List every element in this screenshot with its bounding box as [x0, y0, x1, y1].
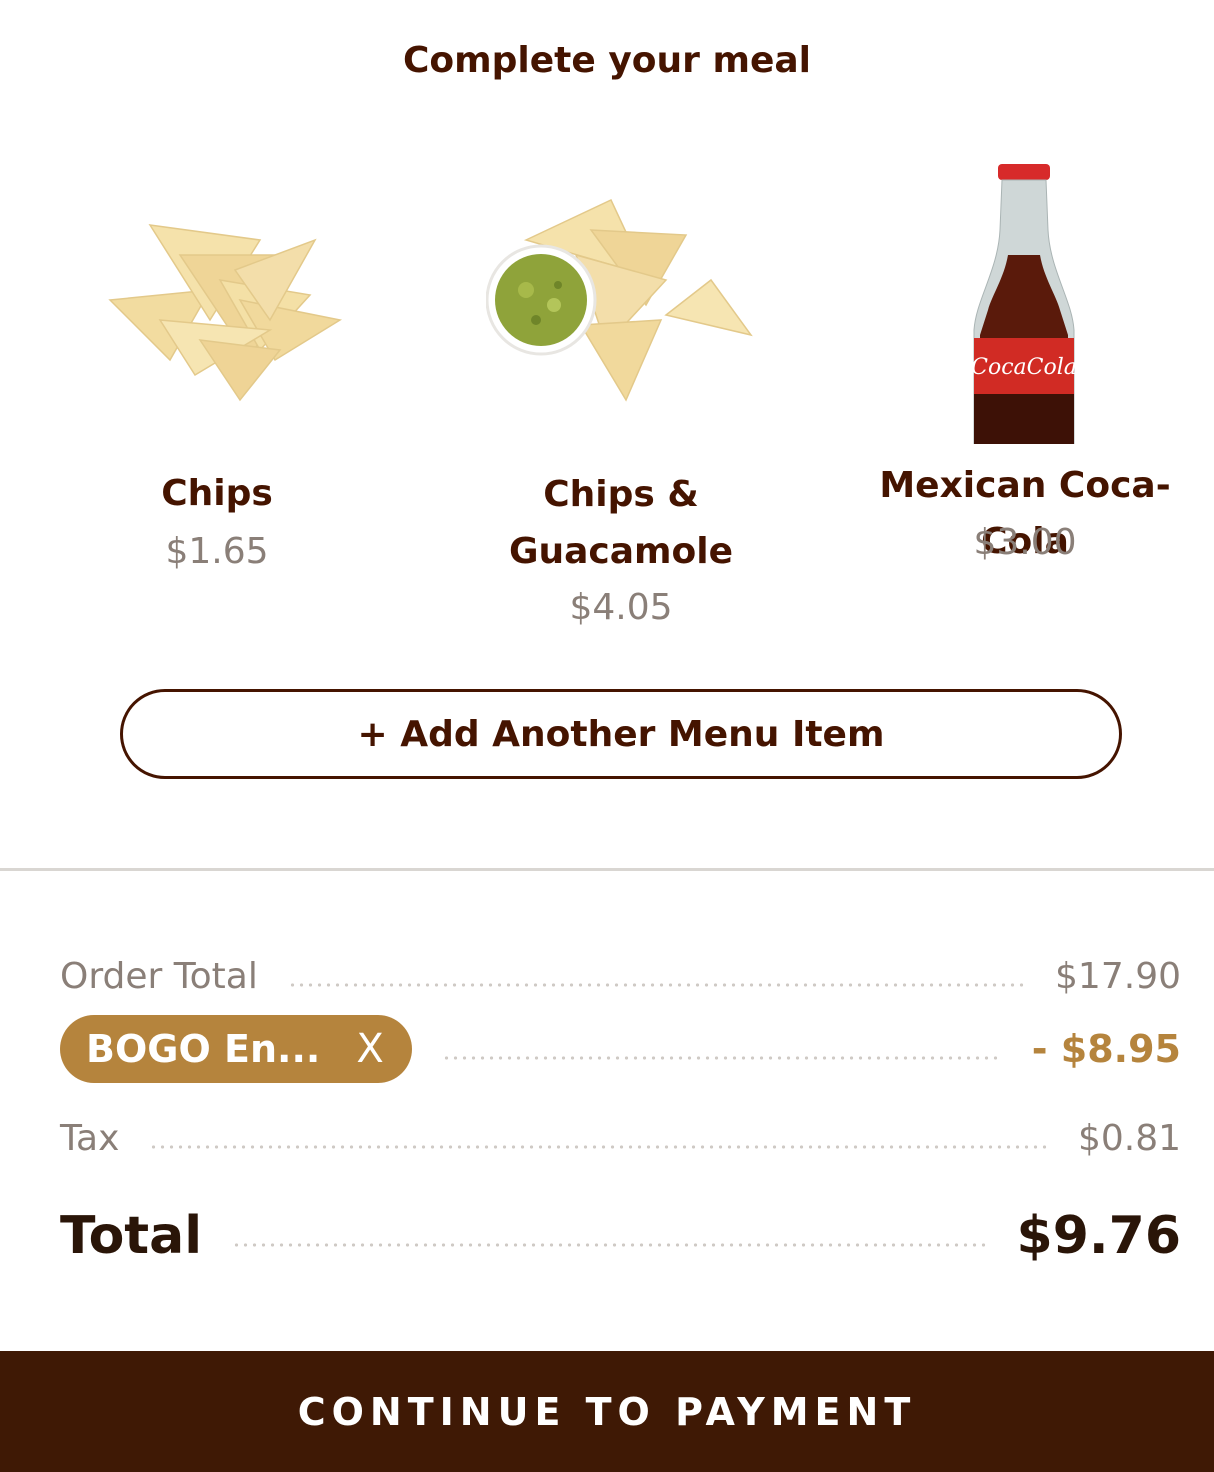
promo-code-chip[interactable]: BOGO En... X	[60, 1015, 412, 1083]
remove-promo-icon[interactable]: X	[356, 1026, 383, 1072]
order-total-row: Order Total $17.90	[60, 948, 1181, 1004]
upsell-item-name: Chips	[161, 473, 273, 514]
section-divider	[0, 868, 1214, 871]
order-summary-page: Complete your meal Chips $1.65 Chips & G…	[0, 0, 1214, 1472]
promo-code-label: BOGO En...	[86, 1027, 321, 1071]
order-total-label: Order Total	[60, 955, 258, 997]
tax-value: $0.81	[1077, 1117, 1181, 1159]
upsell-item-price: $1.65	[165, 531, 269, 572]
chips-guacamole-image	[485, 195, 756, 405]
chips-image	[100, 200, 360, 410]
dotted-leader	[441, 1056, 1002, 1060]
upsell-item-price: $3.00	[973, 522, 1077, 563]
tax-row: Tax $0.81	[60, 1110, 1181, 1166]
upsell-item-chips[interactable]: Chips $1.65	[60, 190, 374, 590]
total-row: Total $9.76	[60, 1200, 1181, 1272]
upsell-item-name-line2: Guacamole	[508, 531, 734, 572]
continue-to-payment-button[interactable]: CONTINUE TO PAYMENT	[0, 1351, 1214, 1472]
promo-discount-value: - $8.95	[1031, 1027, 1181, 1071]
total-value: $9.76	[1016, 1206, 1181, 1266]
upsell-item-chips-guacamole[interactable]: Chips & Guacamole $4.05	[464, 190, 778, 640]
coca-cola-bottle-image: CocaCola	[968, 160, 1080, 445]
add-another-menu-item-button[interactable]: + Add Another Menu Item	[120, 689, 1122, 779]
tax-label: Tax	[60, 1117, 120, 1159]
dotted-leader	[149, 1145, 1048, 1149]
dotted-leader	[232, 1243, 987, 1247]
total-label: Total	[60, 1206, 203, 1266]
page-title: Complete your meal	[402, 40, 812, 81]
promo-row: BOGO En... X - $8.95	[60, 1015, 1181, 1083]
upsell-item-price: $4.05	[569, 587, 673, 628]
svg-text:CocaCola: CocaCola	[971, 355, 1077, 380]
order-total-value: $17.90	[1055, 955, 1181, 997]
upsell-item-name-line1: Chips &	[543, 474, 699, 515]
upsell-item-mexican-coca-cola[interactable]: CocaCola Mexican Coca-Cola $3.00	[836, 160, 1214, 580]
dotted-leader	[287, 983, 1026, 987]
